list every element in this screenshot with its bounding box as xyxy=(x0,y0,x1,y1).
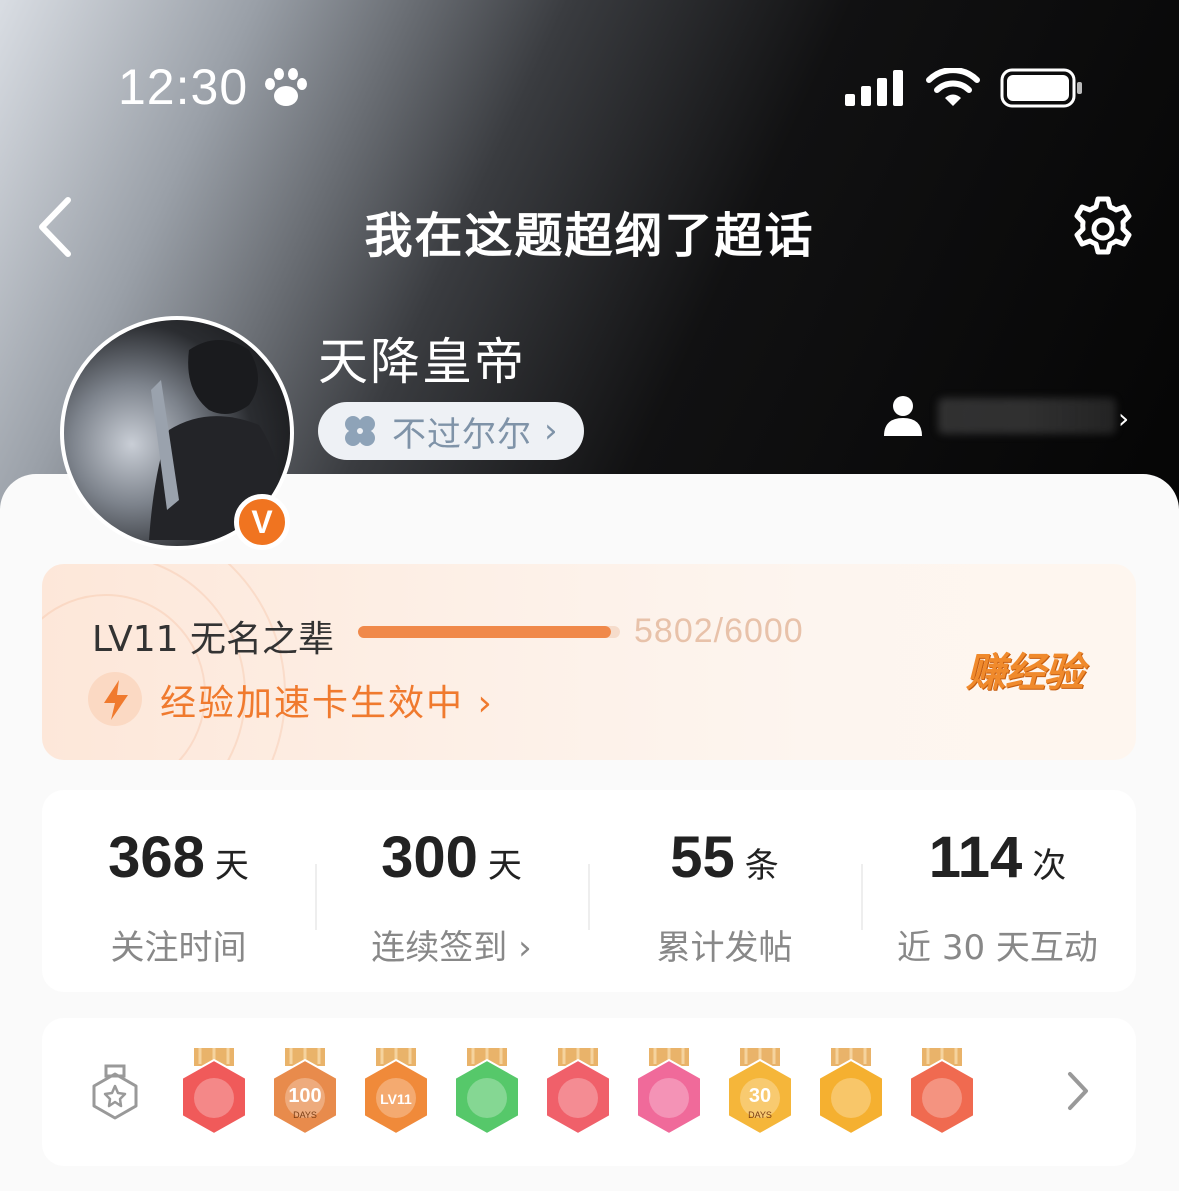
paw-icon xyxy=(265,68,307,106)
badges-card[interactable]: 100 DAYS LV11 30 DAYS xyxy=(42,1018,1136,1166)
graduation-cap-badge[interactable] xyxy=(633,1046,705,1138)
lv11-badge[interactable]: LV11 xyxy=(360,1046,432,1138)
wifi-icon xyxy=(926,68,980,106)
stat-value: 300 xyxy=(381,825,478,890)
decor-ring xyxy=(42,564,286,760)
svg-text:DAYS: DAYS xyxy=(293,1110,317,1120)
gear-icon[interactable] xyxy=(1068,194,1138,264)
unicorn-badge[interactable] xyxy=(178,1046,250,1138)
100-days-badge[interactable]: 100 DAYS xyxy=(269,1046,341,1138)
stat-follow-time: 368 天 关注时间 xyxy=(42,790,315,992)
svg-text:LV11: LV11 xyxy=(380,1091,412,1107)
hand-badge[interactable] xyxy=(451,1046,523,1138)
stat-unit: 天 xyxy=(487,846,522,886)
earn-exp-button[interactable]: 赚经验 xyxy=(966,640,1084,698)
username: 天降皇帝 xyxy=(318,333,526,391)
blurred-admin-link[interactable] xyxy=(938,398,1116,434)
fan-tag-pill[interactable]: 不过尔尔 › xyxy=(318,402,584,460)
level-progress-fill xyxy=(358,626,612,638)
stat-unit: 条 xyxy=(744,846,779,886)
stat-interactions: 114 次 近 30 天互动 xyxy=(861,790,1134,992)
trophy-badge[interactable] xyxy=(542,1046,614,1138)
level-label: LV11 无名之辈 xyxy=(92,619,334,660)
exp-boost-text: 经验加速卡生效中 xyxy=(160,683,465,724)
stat-value: 55 xyxy=(670,825,735,890)
stat-checkin-streak[interactable]: 300 天 连续签到 › xyxy=(315,790,588,992)
stat-total-posts: 55 条 累计发帖 xyxy=(588,790,861,992)
level-progress-text: 5802/6000 xyxy=(634,612,804,650)
clover-icon xyxy=(345,416,375,446)
stats-card: 368 天 关注时间 300 天 连续签到 › 55 条 累计发帖 114 次 近 30… xyxy=(42,790,1136,992)
battery-icon xyxy=(1000,68,1082,108)
verified-badge: V xyxy=(234,494,290,550)
svg-text:DAYS: DAYS xyxy=(748,1110,772,1120)
stat-value: 368 xyxy=(108,825,205,890)
cheering-face-badge[interactable] xyxy=(815,1046,887,1138)
level-card: LV11 无名之辈 5802/6000 经验加速卡生效中 › 赚经验 xyxy=(42,564,1136,760)
svg-text:30: 30 xyxy=(749,1085,771,1107)
30-days-badge[interactable]: 30 DAYS xyxy=(724,1046,796,1138)
person-icon xyxy=(884,396,922,436)
chevron-right-icon: › xyxy=(477,683,494,724)
stat-caption: 近 30 天互动 xyxy=(897,928,1098,968)
signal-icon xyxy=(845,70,903,106)
stat-caption: 关注时间 xyxy=(110,928,247,968)
exp-boost-link[interactable]: 经验加速卡生效中 › xyxy=(160,674,494,726)
lightning-icon xyxy=(104,680,128,720)
stat-caption: 累计发帖 xyxy=(656,928,793,968)
chevron-right-icon: › xyxy=(544,411,558,451)
page-title: 我在这题超纲了超话 xyxy=(364,208,815,264)
stat-unit: 天 xyxy=(214,846,249,886)
badge-wall-icon xyxy=(92,1064,138,1120)
stat-caption: 连续签到 › xyxy=(371,928,532,968)
chevron-right-icon[interactable] xyxy=(1066,1070,1090,1112)
fan-tag-label: 不过尔尔 xyxy=(392,414,532,455)
chevron-right-icon: › xyxy=(1118,402,1130,435)
rock-hand-badge[interactable] xyxy=(906,1046,978,1138)
svg-text:100: 100 xyxy=(288,1085,321,1107)
status-time: 12:30 xyxy=(118,59,249,115)
stat-unit: 次 xyxy=(1032,846,1067,886)
level-progress-bar xyxy=(358,626,620,638)
stat-value: 114 xyxy=(928,825,1023,890)
